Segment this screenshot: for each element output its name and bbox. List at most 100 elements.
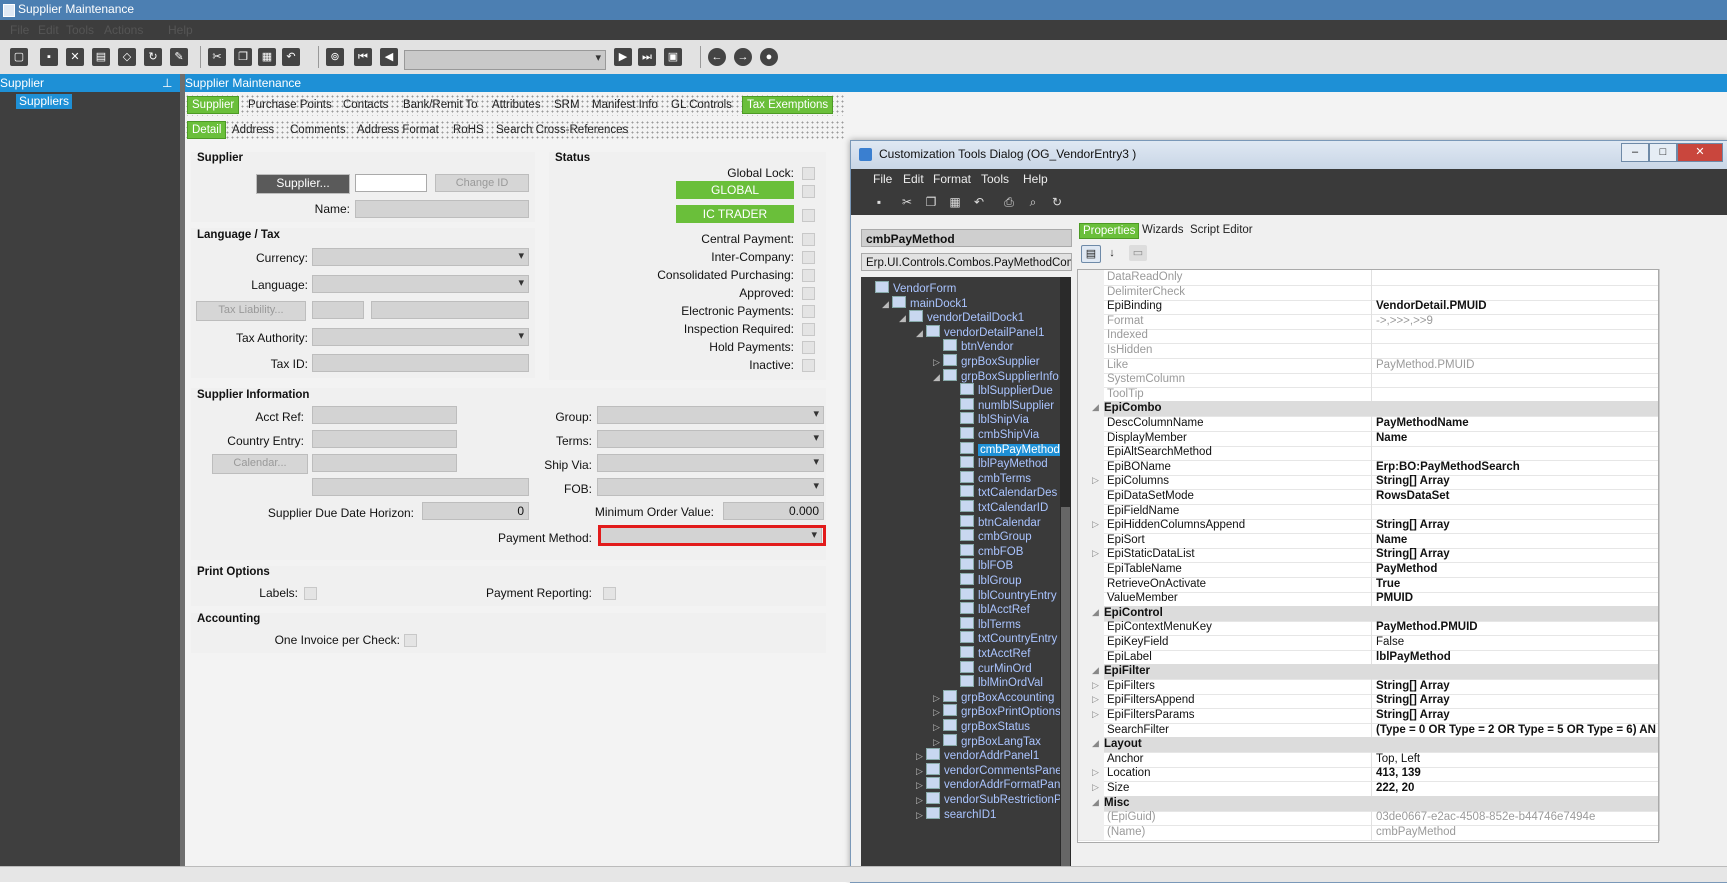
property-value[interactable]: String[] Array — [1376, 680, 1656, 692]
property-expander-icon[interactable]: ▷ — [1092, 767, 1099, 778]
property-row[interactable]: EpiLabel lblPayMethod — [1078, 649, 1658, 666]
paste-icon[interactable]: ▦ — [947, 194, 963, 210]
last-record-icon[interactable]: ⏭ — [638, 48, 656, 66]
supplier-button[interactable]: Supplier... — [256, 174, 350, 194]
tree-node[interactable]: ▷ vendorCommentsPane — [916, 762, 1062, 778]
hold-payments-checkbox[interactable] — [802, 341, 815, 354]
property-row[interactable]: Like PayMethod.PMUID — [1078, 357, 1658, 374]
binoculars-icon[interactable]: ⊚ — [326, 48, 344, 66]
stop-icon[interactable]: ● — [760, 48, 778, 66]
property-category-row[interactable]: ◢ EpiCombo — [1078, 401, 1658, 418]
property-value[interactable]: PayMethod.PMUID — [1376, 359, 1656, 371]
tab-search-cross-references[interactable]: Search Cross-References — [492, 122, 632, 138]
tax-liability-button[interactable]: Tax Liability... — [196, 301, 306, 321]
copy-icon[interactable]: ❐ — [923, 194, 939, 210]
property-value[interactable]: PayMethod.PMUID — [1376, 621, 1656, 633]
tab-attributes[interactable]: Attributes — [488, 97, 545, 113]
inspection-required-checkbox[interactable] — [802, 323, 815, 336]
save-icon[interactable]: ▪ — [871, 194, 887, 210]
tree-node[interactable]: txtCountryEntry — [950, 631, 1057, 646]
one-invoice-per-check-checkbox[interactable] — [404, 634, 417, 647]
property-value[interactable]: Top, Left — [1376, 753, 1656, 765]
tree-expander-icon[interactable]: ◢ — [916, 326, 926, 341]
tree-node[interactable]: btnCalendar — [950, 514, 1041, 530]
tree-node[interactable]: ◢ vendorDetailPanel1 — [916, 324, 1044, 341]
property-grid[interactable]: DataReadOnly DelimiterCheck EpiBinding Vend… — [1077, 269, 1659, 843]
tree-node[interactable]: lblPayMethod — [950, 456, 1048, 471]
tab-gl-controls[interactable]: GL Controls — [667, 97, 736, 113]
property-expander-icon[interactable]: ▷ — [1092, 548, 1099, 559]
property-row[interactable]: DelimiterCheck — [1078, 284, 1658, 301]
tree-expander-icon[interactable]: ▷ — [916, 808, 926, 823]
property-category-row[interactable]: ◢ EpiControl — [1078, 605, 1658, 622]
cut-icon[interactable]: ✂ — [899, 194, 915, 210]
property-row[interactable]: EpiContextMenuKey PayMethod.PMUID — [1078, 620, 1658, 637]
dialog-menu-format[interactable]: Format — [933, 172, 971, 186]
undo-icon[interactable]: ↶ — [282, 48, 300, 66]
dialog-menu-help[interactable]: Help — [1023, 172, 1048, 186]
tab-supplier[interactable]: Supplier — [187, 96, 240, 114]
tree-node[interactable]: ◢ mainDock1 — [882, 295, 968, 311]
clear-icon[interactable]: ◇ — [118, 48, 136, 66]
property-value[interactable]: PayMethodName — [1376, 417, 1656, 429]
categorized-icon[interactable]: ▤ — [1081, 245, 1101, 263]
property-row[interactable]: DataReadOnly — [1078, 270, 1658, 286]
tree-node[interactable]: cmbShipVia — [950, 427, 1039, 442]
tree-expander-icon[interactable]: ◢ — [933, 370, 943, 385]
property-row[interactable]: DisplayMember Name — [1078, 430, 1658, 447]
property-row[interactable]: RetrieveOnActivate True — [1078, 576, 1658, 593]
payment-reporting-checkbox[interactable] — [603, 587, 616, 600]
property-expander-icon[interactable]: ◢ — [1092, 797, 1099, 808]
calendar-button[interactable]: Calendar... — [212, 454, 308, 474]
ic-trader-checkbox[interactable] — [802, 209, 815, 222]
property-row[interactable]: ▷ Location 413, 139 — [1078, 766, 1658, 783]
property-category-row[interactable]: ◢ EpiFilter — [1078, 664, 1658, 681]
global-lock-checkbox[interactable] — [802, 167, 815, 180]
tab-address-format[interactable]: Address Format — [353, 122, 443, 138]
print-icon[interactable]: ⎙ — [1001, 194, 1017, 210]
preview-icon[interactable]: ⌕ — [1025, 194, 1041, 210]
delete-icon[interactable]: ✕ — [66, 48, 84, 66]
property-row[interactable]: EpiBOName Erp:BO:PayMethodSearch — [1078, 459, 1658, 476]
property-expander-icon[interactable]: ▷ — [1092, 519, 1099, 530]
tab-bank-remit-to[interactable]: Bank/Remit To — [399, 97, 482, 113]
property-row[interactable]: ValueMember PMUID — [1078, 591, 1658, 608]
tree-node[interactable]: lblCountryEntry — [950, 587, 1057, 603]
tree-expander-icon[interactable]: ◢ — [899, 311, 909, 326]
property-value[interactable]: 03de0667-e2ac-4508-852e-b44746e7494e — [1376, 811, 1656, 823]
property-expander-icon[interactable]: ◢ — [1092, 402, 1099, 413]
tree-node[interactable]: lblFOB — [950, 558, 1013, 573]
property-value[interactable]: (Type = 0 OR Type = 2 OR Type = 5 OR Typ… — [1376, 724, 1656, 736]
property-row[interactable]: ▷ EpiStaticDataList String[] Array — [1078, 547, 1658, 564]
property-expander-icon[interactable]: ◢ — [1092, 607, 1099, 618]
tab-detail[interactable]: Detail — [187, 121, 227, 139]
property-value[interactable]: PayMethod — [1376, 563, 1656, 575]
ic-trader-button[interactable]: IC TRADER — [676, 205, 794, 223]
property-expander-icon[interactable]: ▷ — [1092, 694, 1099, 705]
tree-node[interactable]: numlblSupplier — [950, 397, 1054, 413]
inactive-checkbox[interactable] — [802, 359, 815, 372]
tab-purchase-points[interactable]: Purchase Points — [244, 97, 336, 113]
forward-icon[interactable]: → — [734, 48, 752, 66]
tree-node[interactable]: lblAcctRef — [950, 602, 1030, 617]
property-row[interactable]: ToolTip — [1078, 386, 1658, 403]
property-value[interactable]: VendorDetail.PMUID — [1376, 300, 1656, 312]
tax-id-field[interactable] — [312, 354, 529, 372]
tree-node[interactable]: ▷ grpBoxStatus — [933, 719, 1030, 734]
tab-properties[interactable]: Properties — [1079, 223, 1140, 239]
save-icon[interactable]: ▪ — [40, 48, 58, 66]
tax-authority-combo[interactable] — [312, 328, 529, 346]
property-value[interactable]: RowsDataSet — [1376, 490, 1656, 502]
brush-icon[interactable]: ✎ — [170, 48, 188, 66]
minimum-order-value-field[interactable]: 0.000 — [723, 502, 824, 520]
menu-tools[interactable]: Tools — [66, 23, 94, 37]
previous-record-icon[interactable]: ◀ — [380, 48, 398, 66]
acct-ref-field[interactable] — [312, 406, 457, 424]
property-row[interactable]: ▷ EpiFiltersParams String[] Array — [1078, 708, 1658, 724]
property-value[interactable]: String[] Array — [1376, 519, 1656, 531]
property-value[interactable]: ->,>>>,>>9 — [1376, 315, 1656, 327]
tree-node[interactable]: ◢ vendorDetailDock1 — [899, 310, 1024, 325]
fob-combo[interactable] — [597, 478, 824, 496]
tab-wizards[interactable]: Wizards — [1139, 223, 1187, 237]
tree-node[interactable]: txtCalendarDes — [950, 485, 1057, 500]
